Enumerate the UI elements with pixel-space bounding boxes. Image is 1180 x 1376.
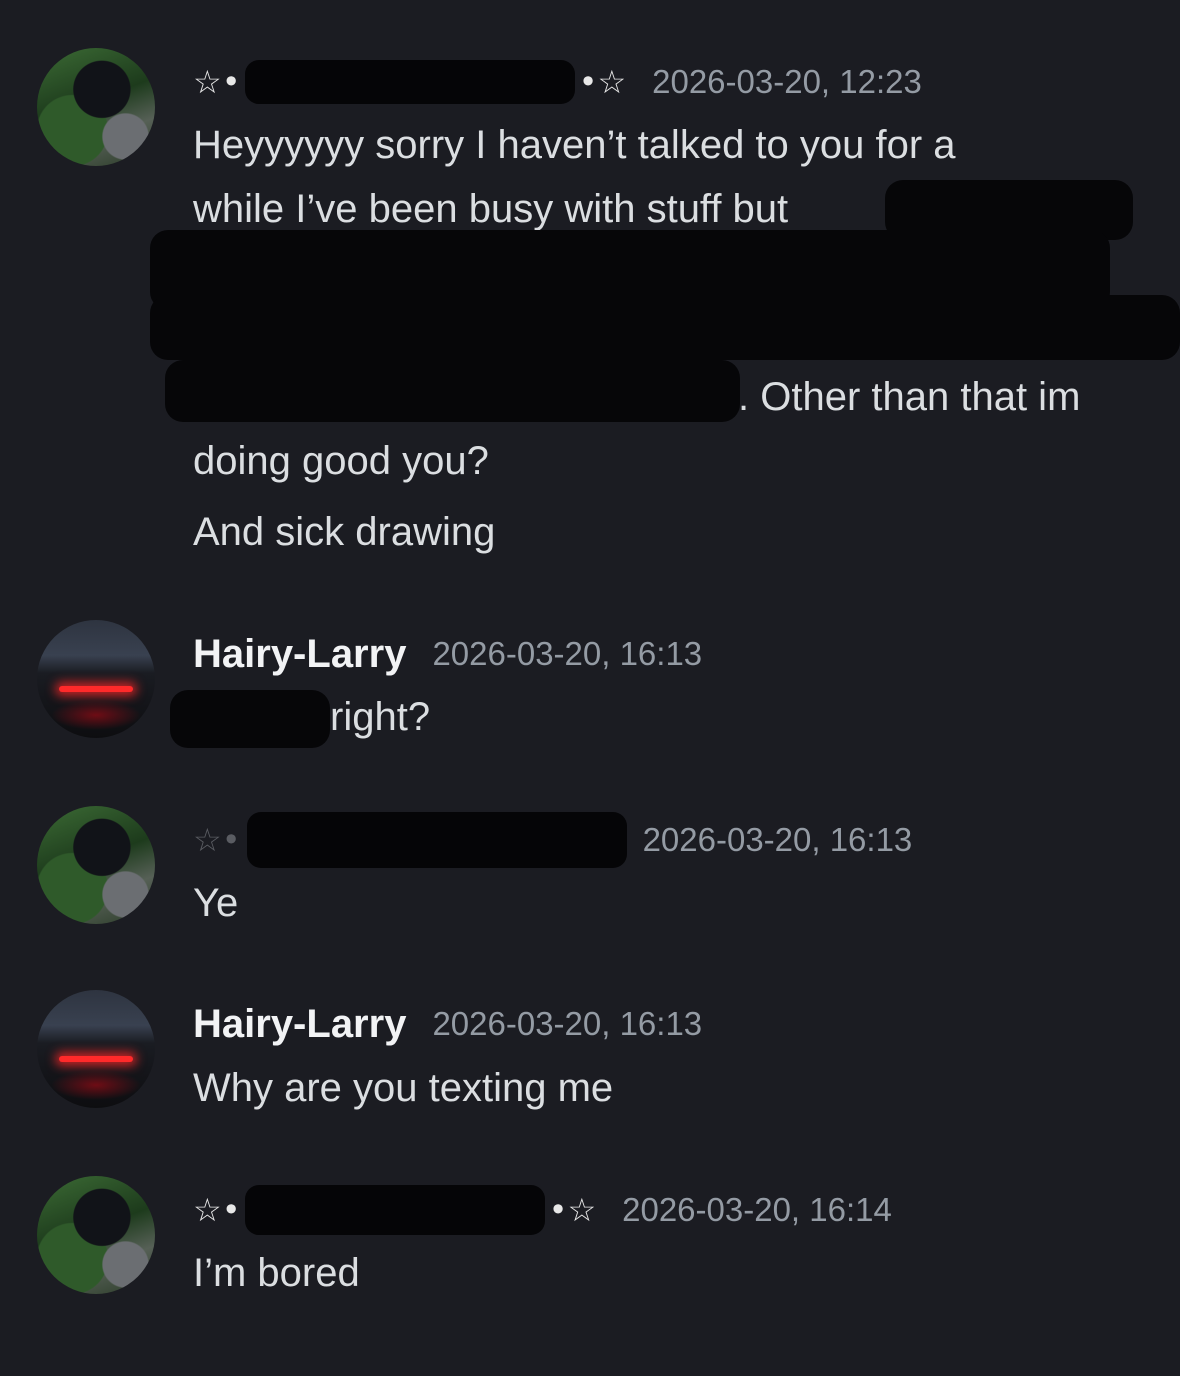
redaction (150, 295, 1180, 360)
timestamp: 2026-03-20, 16:13 (642, 821, 913, 858)
redaction (165, 360, 740, 422)
message-text: Ye (193, 881, 239, 925)
timestamp: 2026-03-20, 16:13 (432, 1005, 703, 1042)
message-header: Hairy-Larry 2026-03-20, 16:13 (193, 632, 702, 676)
user-avatar[interactable] (37, 48, 155, 166)
message-line: doing good you? (193, 439, 489, 483)
author-prefix: ☆• (193, 63, 241, 101)
timestamp: 2026-03-20, 12:23 (652, 63, 922, 100)
message-text: I’m bored (193, 1251, 360, 1295)
user-avatar[interactable] (37, 620, 155, 738)
redacted-username[interactable] (244, 1185, 545, 1235)
timestamp: 2026-03-20, 16:14 (622, 1191, 892, 1228)
message-header: ☆• •☆ 2026-03-20, 12:23 (193, 60, 922, 104)
redacted-username[interactable] (244, 60, 575, 104)
author-name[interactable]: Hairy-Larry (193, 1002, 406, 1047)
user-avatar[interactable] (37, 806, 155, 924)
user-avatar[interactable] (37, 1176, 155, 1294)
user-avatar[interactable] (37, 990, 155, 1108)
author-suffix: •☆ (578, 63, 627, 101)
message-text: right? (330, 695, 431, 739)
redaction (170, 690, 330, 748)
message-text: Why are you texting me (193, 1066, 614, 1110)
author-prefix: ☆• (193, 821, 241, 859)
redacted-username[interactable] (246, 812, 627, 868)
author-suffix: •☆ (548, 1191, 597, 1229)
message-header: ☆• 2026-03-20, 16:13 (193, 812, 913, 868)
message-line: Heyyyyyy sorry I haven’t talked to you f… (193, 123, 956, 167)
message-header: Hairy-Larry 2026-03-20, 16:13 (193, 1002, 702, 1046)
message-line: And sick drawing (193, 510, 496, 554)
message-line: while I’ve been busy with stuff but (193, 187, 789, 231)
author-prefix: ☆• (193, 1191, 241, 1229)
message-header: ☆• •☆ 2026-03-20, 16:14 (193, 1185, 892, 1235)
timestamp: 2026-03-20, 16:13 (432, 635, 703, 672)
message-line: . Other than that im (738, 375, 1081, 419)
author-name[interactable]: Hairy-Larry (193, 632, 406, 677)
